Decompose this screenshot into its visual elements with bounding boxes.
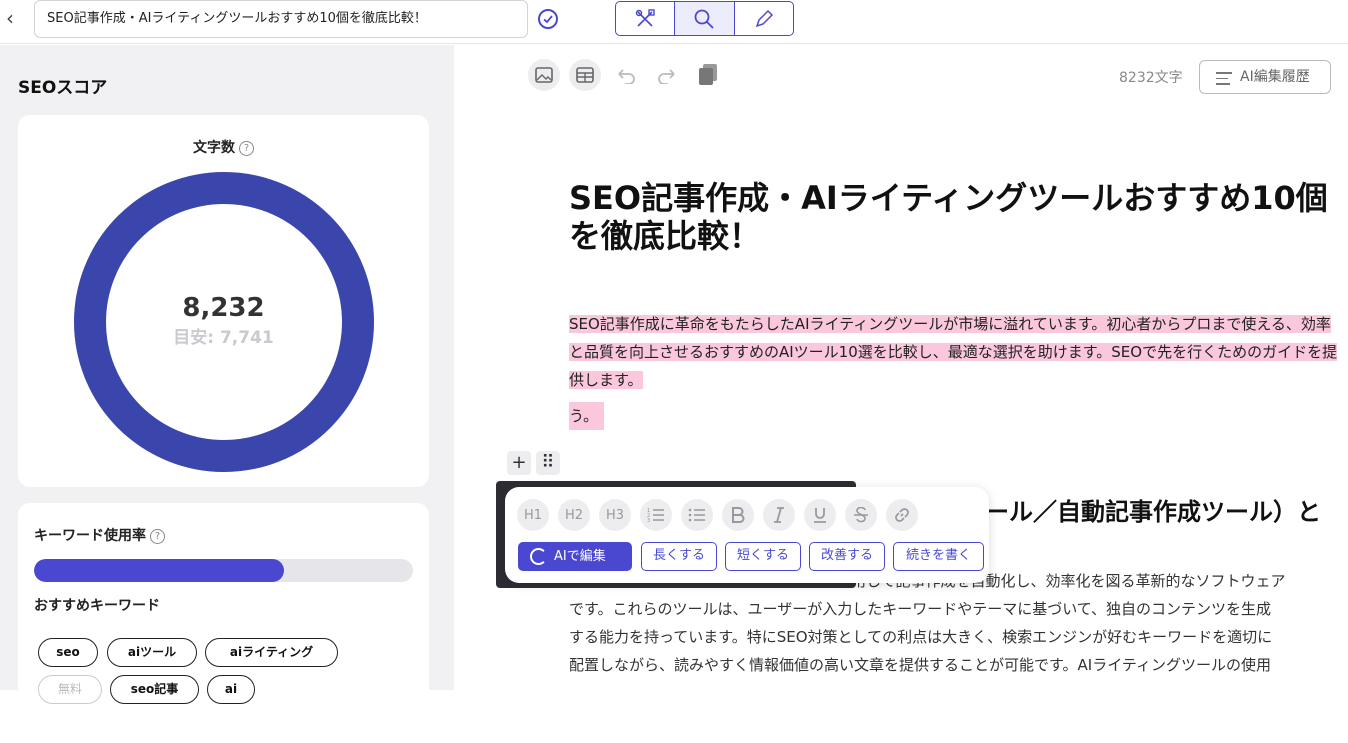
ai-refresh-icon [530,548,547,565]
char-count-card: 文字数? 8,232 目安: 7,741 [18,115,429,487]
link-icon[interactable] [886,499,918,531]
bold-icon[interactable] [722,499,754,531]
confirm-icon[interactable] [538,9,558,29]
back-icon[interactable]: ‹ [6,8,22,28]
redo-icon[interactable] [651,59,683,91]
heading1-button[interactable]: H1 [517,499,549,531]
article-title-input[interactable]: SEO記事作成・AIライティングツールおすすめ10個を徹底比較！ [34,0,528,38]
underline-icon[interactable] [804,499,836,531]
heading3-button[interactable]: H3 [599,499,631,531]
tools-icon[interactable] [616,2,676,35]
ordered-list-icon[interactable]: 123 [640,499,672,531]
ai-history-button[interactable]: AI編集履歴 [1199,60,1331,94]
ai-edit-button[interactable]: AIで編集 [518,542,632,571]
char-count-text: 8232文字 [1119,70,1183,86]
bullet-list-icon[interactable] [681,499,713,531]
help-icon[interactable]: ? [239,141,254,156]
top-bar: ‹ SEO記事作成・AIライティングツールおすすめ10個を徹底比較！ [0,0,1348,44]
char-count-value: 8,232 [182,293,265,323]
format-popup: H1 H2 H3 123 AIで編集 長くする 短くする 改善する 続きを書く [505,487,989,583]
italic-icon[interactable] [763,499,795,531]
seo-score-heading: SEOスコア [18,78,108,98]
drag-handle-icon[interactable]: ⠿ [536,451,560,475]
keyword-chip[interactable]: aiライティング [205,638,338,667]
keyword-chip[interactable]: seo [38,638,98,667]
highlighted-text[interactable]: う。 [569,402,605,430]
copy-icon[interactable] [692,59,724,91]
table-icon[interactable] [569,59,601,91]
heading2-button[interactable]: H2 [558,499,590,531]
keyword-chip[interactable]: aiツール [107,638,197,667]
history-list-icon [1216,72,1232,89]
char-count-target: 目安: 7,741 [173,328,274,348]
lead-paragraph[interactable]: SEO記事作成に革命をもたらしたAIライティングツールが市場に溢れています。初心… [569,310,1339,394]
keyword-card: キーワード使用率? おすすめキーワード seo aiツール aiライティング 無… [18,503,429,743]
seo-sidebar: SEOスコア 文字数? 8,232 目安: 7,741 キーワード使用率? おす… [0,45,454,743]
continue-writing-button[interactable]: 続きを書く [893,542,984,571]
help-icon[interactable]: ? [150,529,165,544]
mode-toolbar [615,1,794,36]
recommended-keywords-label: おすすめキーワード [34,598,160,614]
add-block-icon[interactable]: + [507,451,531,475]
undo-icon[interactable] [610,59,642,91]
improve-button[interactable]: 改善する [809,542,885,571]
section-heading[interactable]: ール／自動記事作成ツール）と [985,492,1321,527]
strikethrough-icon[interactable] [845,499,877,531]
keyword-usage-fill [34,559,285,582]
article-title[interactable]: SEO記事作成・AIライティングツールおすすめ10個を徹底比較！ [569,179,1348,255]
pencil-icon[interactable] [735,2,793,35]
keyword-usage-bar [34,559,413,582]
keyword-usage-label: キーワード使用率? [34,525,165,545]
image-icon[interactable] [528,59,560,91]
lengthen-button[interactable]: 長くする [641,542,717,571]
search-icon[interactable] [675,2,735,35]
svg-text:3: 3 [647,518,650,523]
char-count-label: 文字数? [18,137,429,157]
shorten-button[interactable]: 短くする [725,542,801,571]
editor-pane: 8232文字 AI編集履歴 SEO記事作成・AIライティングツールおすすめ10個… [455,45,1348,690]
